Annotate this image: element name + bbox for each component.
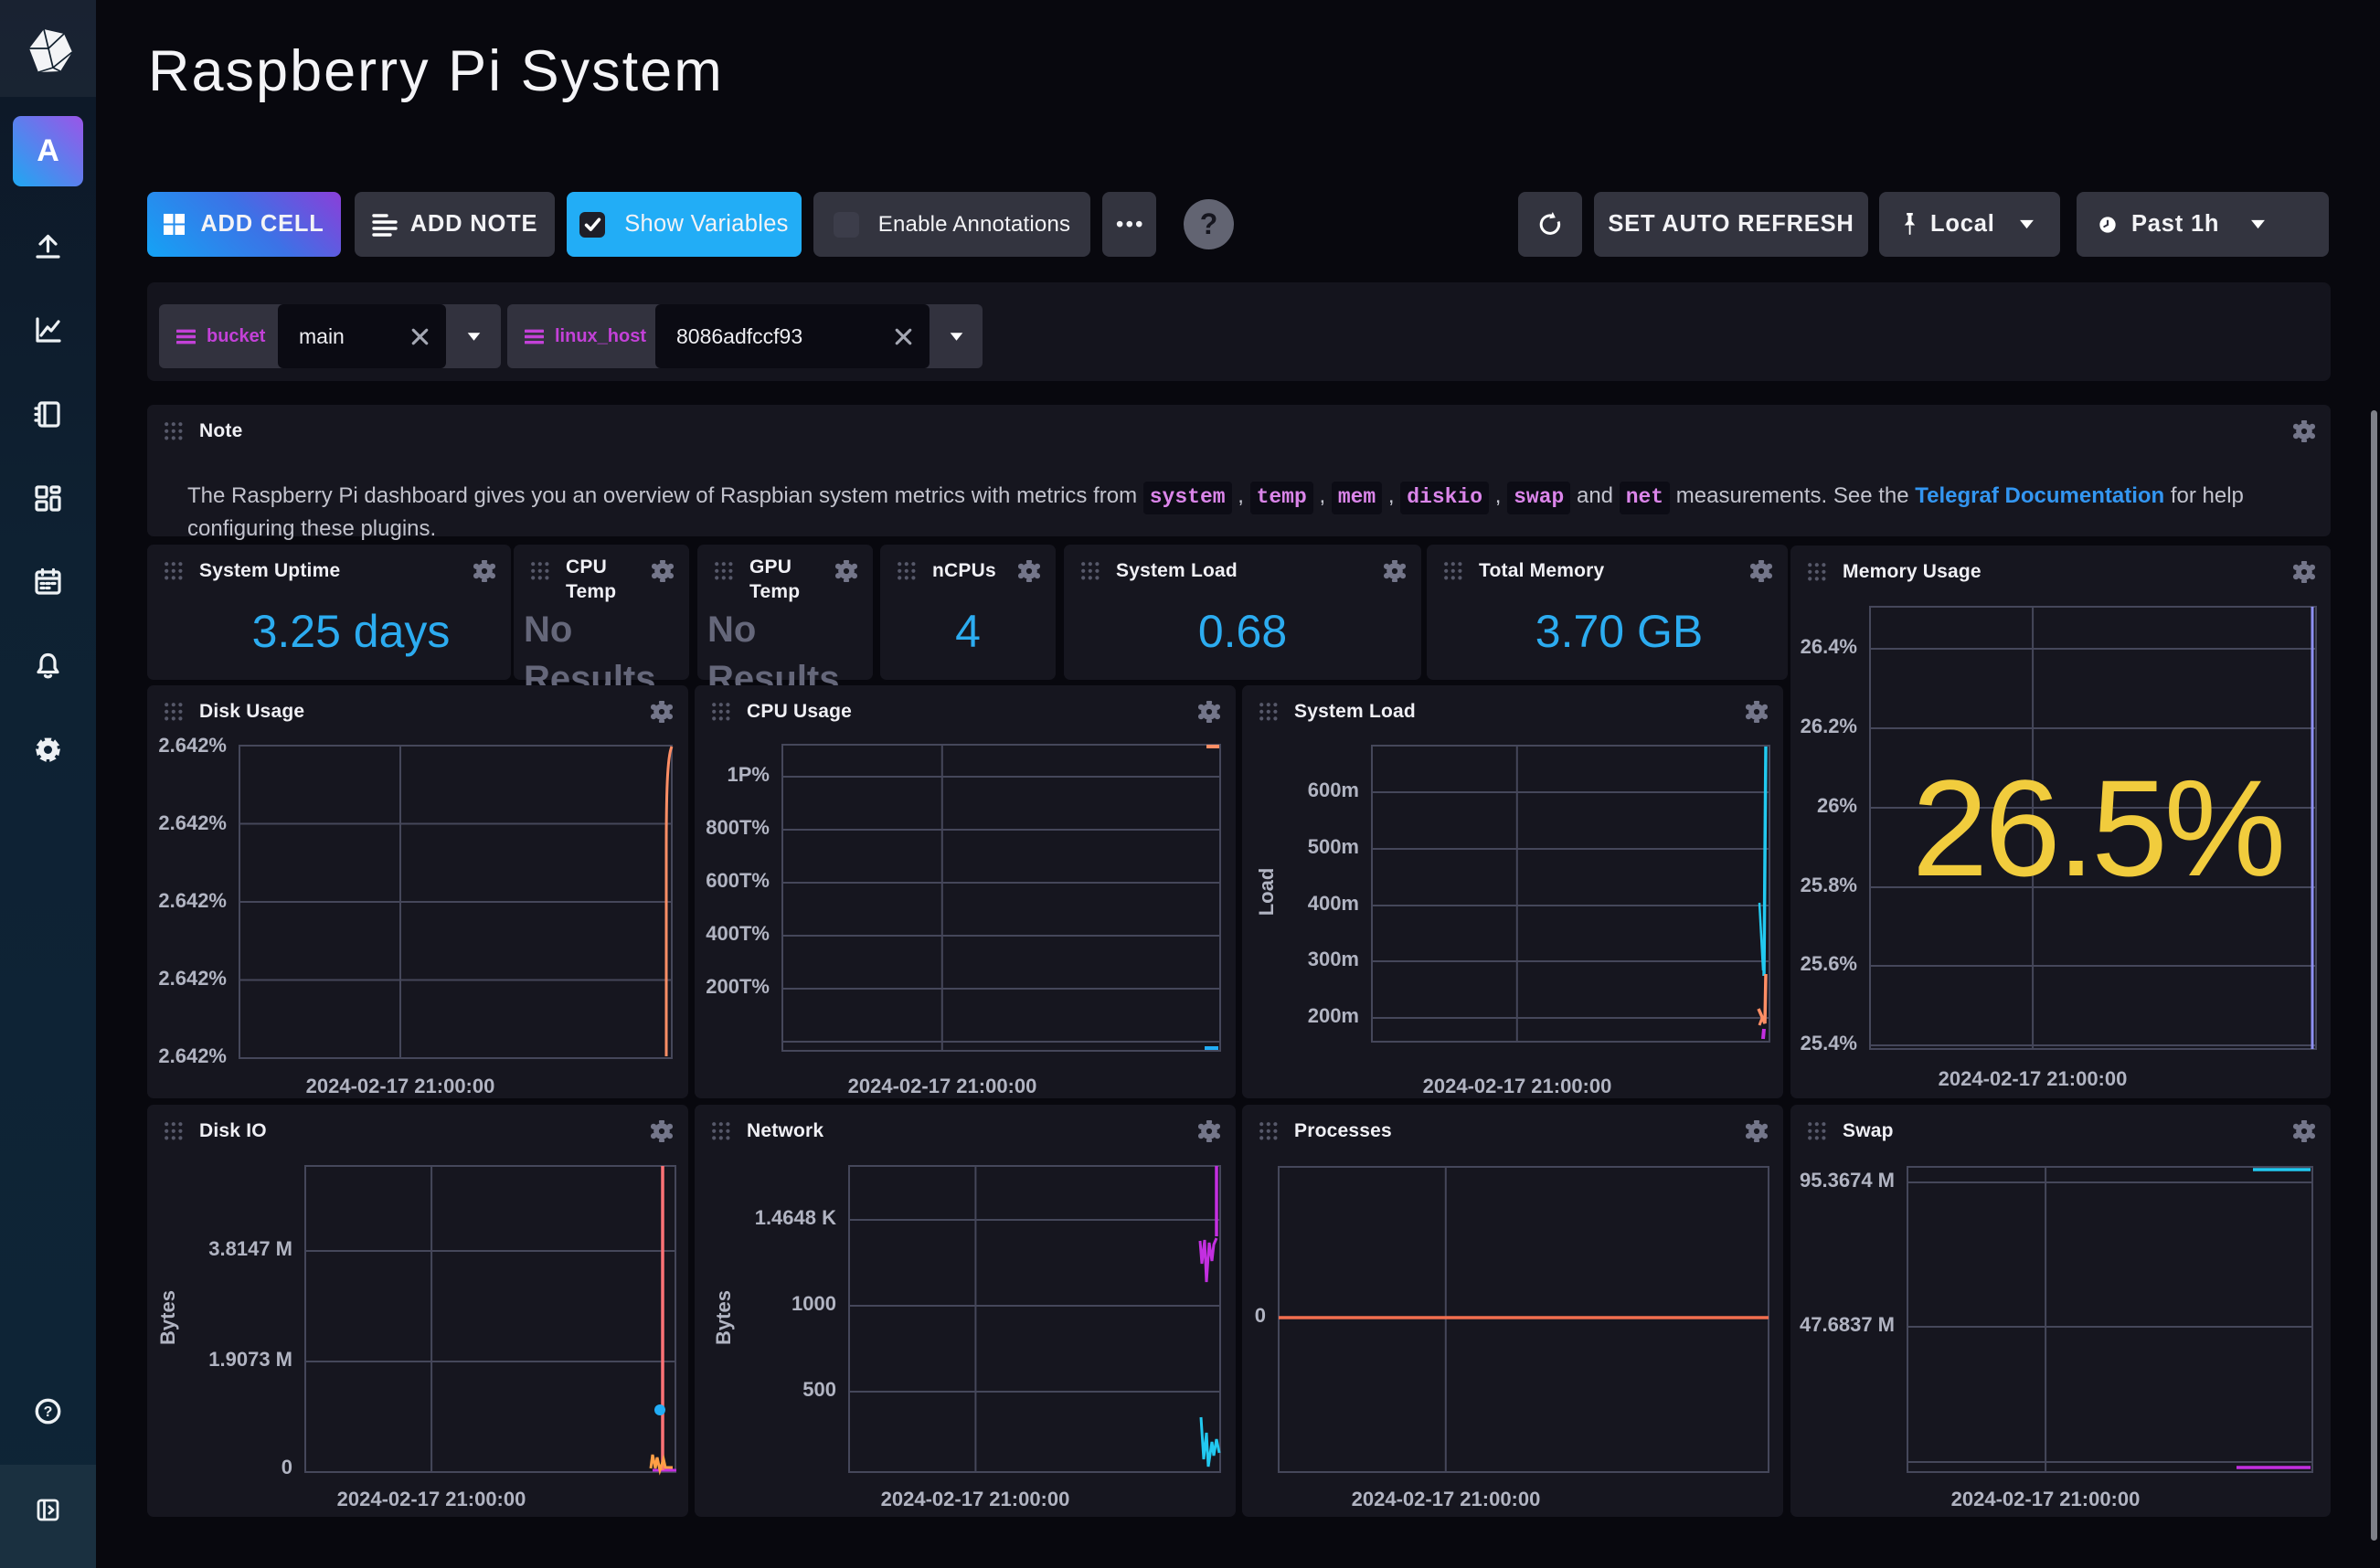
svg-text:?: ? — [44, 1404, 53, 1420]
